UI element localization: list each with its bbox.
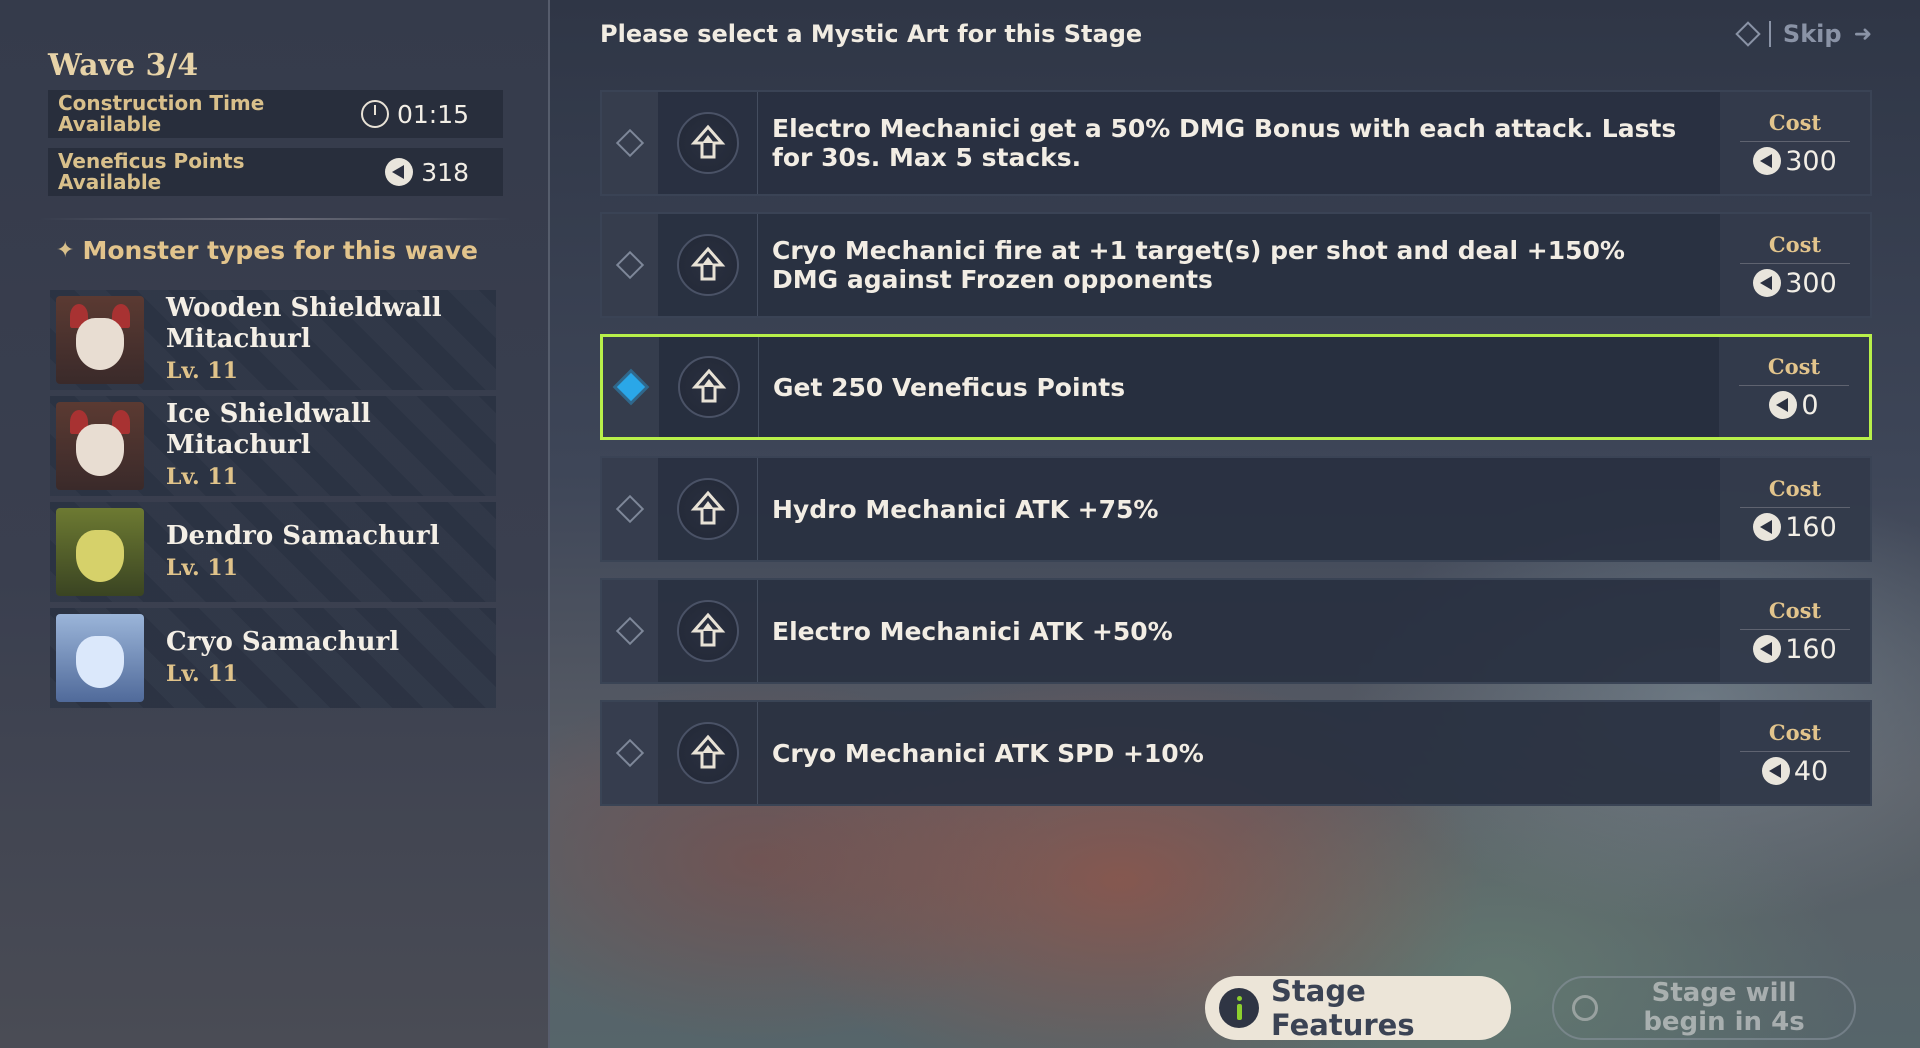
cost-label: Cost xyxy=(1768,109,1822,135)
mystic-art-list: Electro Mechanici get a 50% DMG Bonus wi… xyxy=(600,90,1872,822)
monster-level: Lv. 11 xyxy=(166,464,238,490)
monster-card[interactable]: Dendro Samachurl Lv. 11 xyxy=(50,502,496,602)
veneficus-coin-icon xyxy=(1753,147,1782,175)
veneficus-points-row: Veneficus Points Available 318 xyxy=(48,148,503,196)
cost-value: 300 xyxy=(1785,145,1837,177)
cost-value: 160 xyxy=(1785,633,1837,665)
veneficus-points-value: 318 xyxy=(421,157,469,187)
veneficus-coin-icon xyxy=(1753,513,1782,541)
up-arrow-icon xyxy=(676,478,739,540)
selection-prompt: Please select a Mystic Art for this Stag… xyxy=(600,20,1143,48)
diamond-icon xyxy=(1735,21,1761,47)
mystic-art-description: Cryo Mechanici fire at +1 target(s) per … xyxy=(772,236,1625,294)
up-arrow-icon xyxy=(676,234,739,296)
cost-box: Cost 300 xyxy=(1720,214,1870,316)
up-arrow-icon xyxy=(677,356,740,418)
diamond-checkbox-icon xyxy=(615,128,645,158)
monster-name: Dendro Samachurl xyxy=(166,520,440,551)
cost-value: 0 xyxy=(1801,389,1819,421)
cost-box: Cost 40 xyxy=(1720,702,1870,804)
stage-begin-countdown: Stage will begin in 4s xyxy=(1552,976,1856,1040)
mystic-art-option[interactable]: Electro Mechanici ATK +50% Cost 160 xyxy=(600,578,1872,684)
mystic-art-option-selected[interactable]: Get 250 Veneficus Points Cost 0 xyxy=(600,334,1872,440)
monster-level: Lv. 11 xyxy=(166,358,238,384)
divider xyxy=(40,218,510,220)
mystic-art-option[interactable]: Hydro Mechanici ATK +75% Cost 160 xyxy=(600,456,1872,562)
up-arrow-icon xyxy=(676,112,739,174)
clock-icon xyxy=(360,100,389,128)
cost-box: Cost 160 xyxy=(1720,580,1870,682)
cost-box: Cost 0 xyxy=(1719,337,1869,437)
separator xyxy=(1768,21,1771,47)
construction-time-value: 01:15 xyxy=(396,99,469,129)
wave-info-panel: Wave 3/4 Construction Time Available 01:… xyxy=(0,0,550,1048)
monster-level: Lv. 11 xyxy=(166,660,238,687)
diamond-checkbox-icon xyxy=(615,616,645,646)
select-diamond[interactable] xyxy=(602,214,658,316)
skip-label: Skip xyxy=(1782,20,1842,48)
monster-name: Cryo Samachurl xyxy=(166,626,400,657)
sparkle-icon: ✦ xyxy=(56,238,75,263)
mystic-art-option[interactable]: Cryo Mechanici fire at +1 target(s) per … xyxy=(600,212,1872,318)
cryo-samachurl-portrait-icon xyxy=(56,614,144,702)
monster-card[interactable]: Wooden Shieldwall Mitachurl Lv. 11 xyxy=(50,290,496,390)
monster-list: Wooden Shieldwall Mitachurl Lv. 11 Ice S… xyxy=(50,290,496,714)
monster-card[interactable]: Ice Shieldwall Mitachurl Lv. 11 xyxy=(50,396,496,496)
cost-label: Cost xyxy=(1768,231,1822,257)
monster-level: Lv. 11 xyxy=(166,554,238,581)
mystic-art-description: Cryo Mechanici ATK SPD +10% xyxy=(772,738,1204,768)
veneficus-coin-icon xyxy=(1761,757,1790,785)
diamond-checkbox-icon xyxy=(615,494,645,524)
ring-icon xyxy=(1572,995,1598,1021)
mitachurl-portrait-icon xyxy=(56,296,144,384)
diamond-checkbox-icon xyxy=(615,738,645,768)
up-arrow-icon xyxy=(676,722,739,784)
veneficus-points-label: Veneficus Points Available xyxy=(58,149,245,194)
skip-button[interactable]: Skip ➜ xyxy=(1735,20,1872,48)
select-diamond[interactable] xyxy=(602,702,658,804)
cost-label: Cost xyxy=(1768,475,1822,501)
mystic-art-option[interactable]: Electro Mechanici get a 50% DMG Bonus wi… xyxy=(600,90,1872,196)
info-icon xyxy=(1219,988,1259,1028)
select-diamond[interactable] xyxy=(602,580,658,682)
veneficus-coin-icon xyxy=(1753,269,1782,297)
stage-features-button[interactable]: Stage Features xyxy=(1205,974,1511,1042)
stage-features-label: Stage Features xyxy=(1271,974,1415,1042)
mystic-art-description: Electro Mechanici ATK +50% xyxy=(772,616,1173,646)
select-diamond[interactable] xyxy=(603,337,659,437)
mitachurl-portrait-icon xyxy=(56,402,144,490)
cost-value: 300 xyxy=(1785,267,1837,299)
construction-time-label: Construction Time Available xyxy=(58,91,265,136)
cost-value: 160 xyxy=(1785,511,1837,543)
construction-time-row: Construction Time Available 01:15 xyxy=(48,90,503,138)
diamond-checkbox-icon xyxy=(615,250,645,280)
up-arrow-icon xyxy=(676,600,739,662)
cost-label: Cost xyxy=(1768,597,1822,623)
dendro-samachurl-portrait-icon xyxy=(56,508,144,596)
stage-begin-label: Stage will begin in 4s xyxy=(1643,978,1805,1037)
monster-card[interactable]: Cryo Samachurl Lv. 11 xyxy=(50,608,496,708)
monster-name: Wooden Shieldwall Mitachurl xyxy=(166,293,442,354)
cost-box: Cost 300 xyxy=(1720,92,1870,194)
select-diamond[interactable] xyxy=(602,458,658,560)
cost-label: Cost xyxy=(1767,353,1821,379)
monster-name: Ice Shieldwall Mitachurl xyxy=(166,399,371,460)
mystic-art-option[interactable]: Cryo Mechanici ATK SPD +10% Cost 40 xyxy=(600,700,1872,806)
mystic-art-description: Hydro Mechanici ATK +75% xyxy=(772,494,1159,524)
monster-types-header: ✦ Monster types for this wave xyxy=(56,236,478,265)
cost-label: Cost xyxy=(1768,719,1822,745)
wave-title: Wave 3/4 xyxy=(48,48,199,83)
veneficus-coin-icon xyxy=(385,158,414,186)
cost-box: Cost 160 xyxy=(1720,458,1870,560)
cost-value: 40 xyxy=(1793,755,1829,787)
skip-arrow-icon: ➜ xyxy=(1853,21,1872,47)
mystic-art-description: Electro Mechanici get a 50% DMG Bonus wi… xyxy=(772,114,1677,172)
veneficus-coin-icon xyxy=(1769,391,1798,419)
monster-types-title: Monster types for this wave xyxy=(82,236,478,265)
select-diamond[interactable] xyxy=(602,92,658,194)
veneficus-coin-icon xyxy=(1753,635,1782,663)
mystic-art-description: Get 250 Veneficus Points xyxy=(773,372,1126,402)
diamond-checked-icon xyxy=(616,372,646,402)
